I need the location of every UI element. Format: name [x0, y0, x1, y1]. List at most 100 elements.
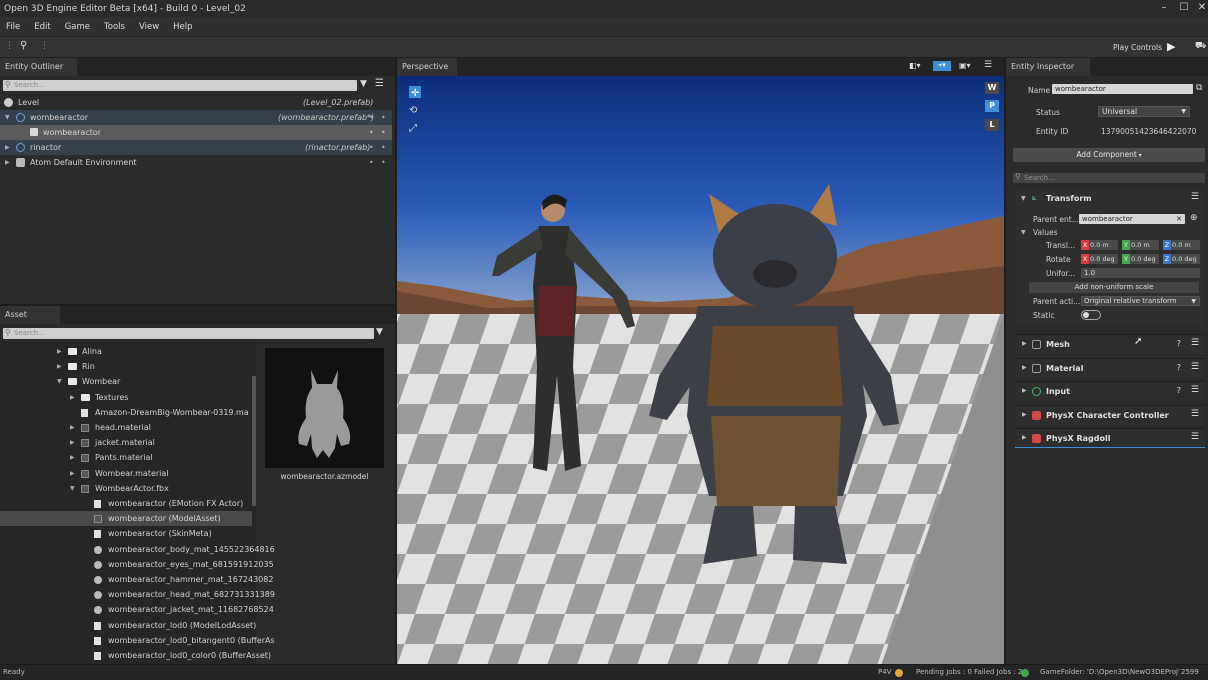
visibility-icon[interactable]: • [369, 140, 374, 155]
cart-icon[interactable]: ⛟ [1195, 41, 1206, 52]
rotate-z-input[interactable]: Z 0.0 deg [1163, 254, 1200, 264]
component-menu-icon[interactable]: ☰ [1191, 338, 1199, 348]
collapse-icon[interactable]: ▼ [1021, 195, 1026, 202]
expand-icon[interactable]: ▶ [1022, 434, 1027, 441]
search-icon[interactable]: ⚲ [20, 40, 27, 51]
asset-item[interactable]: wombearactor_hammer_mat_167243082 [0, 572, 273, 587]
collapse-icon[interactable]: ▼ [70, 481, 75, 496]
status-dropdown[interactable]: Universal ▼ [1098, 106, 1190, 117]
outliner-row-atom-environment[interactable]: ▶ Atom Default Environment • • [0, 155, 392, 170]
expand-icon[interactable]: ▶ [5, 155, 10, 170]
expand-icon[interactable]: ▶ [1022, 387, 1027, 394]
menu-edit[interactable]: Edit [34, 22, 50, 32]
menu-file[interactable]: File [6, 22, 20, 32]
asset-item[interactable]: wombearactor_lod0_bitangent0 (BufferAs [0, 633, 275, 648]
rotate-x-input[interactable]: X 0.0 deg [1081, 254, 1118, 264]
lock-icon[interactable]: • [381, 110, 386, 125]
snap-icon[interactable]: ⌖▾ [933, 61, 951, 71]
expand-icon[interactable]: ▶ [1022, 340, 1027, 347]
component-menu-icon[interactable]: ☰ [1191, 432, 1199, 442]
collapse-icon[interactable]: ▼ [1021, 229, 1026, 236]
outliner-row-rinactor[interactable]: ▶ rinactor (rinactor.prefab) • • [0, 140, 392, 155]
copy-icon[interactable]: ⧉ [1196, 83, 1202, 93]
asset-item[interactable]: wombearactor_head_mat_682731331389 [0, 587, 275, 602]
lock-icon[interactable]: • [381, 140, 386, 155]
parent-entity-input[interactable]: wombearactor ✕ [1079, 214, 1185, 224]
asset-item[interactable]: wombearactor (EMotion FX Actor) [0, 496, 252, 511]
expand-icon[interactable]: ▶ [70, 390, 75, 405]
scene-render[interactable]: ✛ ⟲ ⤢ [397, 76, 1004, 664]
visibility-icon[interactable]: • [369, 110, 374, 125]
component-menu-icon[interactable]: ☰ [1191, 385, 1199, 395]
asset-item[interactable]: wombearactor_eyes_mat_681591912035 [0, 557, 274, 572]
physx-character-controller-section[interactable]: ▶ PhysX Character Controller ☰ [1015, 405, 1205, 425]
target-icon[interactable]: ⊕ [1190, 213, 1198, 223]
expand-icon[interactable]: ▶ [57, 344, 62, 359]
expand-icon[interactable]: ▶ [5, 140, 10, 155]
uniform-scale-input[interactable]: 1.0 [1081, 268, 1200, 278]
menu-icon[interactable]: ☰ [375, 78, 384, 89]
asset-item[interactable]: ▶ Textures [0, 390, 252, 405]
tab-asset-browser[interactable]: Asset Browser [0, 306, 60, 337]
drag-handle-icon[interactable]: ⋮ [5, 41, 14, 51]
expand-icon[interactable]: ▶ [1022, 411, 1027, 418]
expand-icon[interactable]: ▶ [70, 420, 75, 435]
minimize-icon[interactable]: – [1154, 0, 1174, 17]
add-component-button[interactable]: Add Component ▾ [1013, 148, 1205, 162]
component-menu-icon[interactable]: ☰ [1191, 192, 1199, 202]
component-menu-icon[interactable]: ☰ [1191, 409, 1199, 419]
asset-item[interactable]: ▶ Pants.material [0, 450, 252, 465]
entity-name-input[interactable]: wombearactor [1052, 84, 1193, 94]
expand-icon[interactable]: ▶ [70, 466, 75, 481]
world-space-button[interactable]: W [985, 82, 999, 94]
rotate-tool-icon[interactable]: ⟲ [409, 105, 418, 116]
component-search-input[interactable]: ⚲ Search... [1013, 172, 1205, 183]
help-icon[interactable]: ? [1177, 386, 1181, 395]
camera-icon[interactable]: ◧▾ [909, 61, 921, 70]
filter-icon[interactable]: ▼ [360, 79, 367, 89]
collapse-icon[interactable]: ▼ [57, 374, 62, 389]
input-section[interactable]: ▶ Input ? ☰ [1015, 381, 1205, 401]
help-icon[interactable]: ? [1177, 339, 1181, 348]
maximize-icon[interactable]: ☐ [1174, 0, 1194, 17]
layout-icon[interactable]: ▣▾ [959, 61, 971, 70]
material-section[interactable]: ▶ Material ? ☰ [1015, 358, 1205, 378]
asset-item[interactable]: wombearactor (SkinMeta) [0, 526, 252, 541]
asset-item[interactable]: ▶ jacket.material [0, 435, 252, 450]
tab-entity-inspector[interactable]: Entity Inspector [1006, 58, 1090, 76]
visibility-icon[interactable]: • [369, 155, 374, 170]
asset-item[interactable]: wombearactor (ModelAsset) [0, 511, 252, 527]
asset-item[interactable]: wombearactor_lod0 (ModelLodAsset) [0, 618, 256, 633]
play-icon[interactable]: ▶ [1167, 40, 1175, 53]
asset-item[interactable]: wombearactor_jacket_mat_11682768524 [0, 602, 274, 617]
viewport-menu-icon[interactable]: ☰ [984, 60, 992, 70]
scale-tool-icon[interactable]: ⤢ [409, 123, 417, 134]
asset-item[interactable]: ▶ head.material [0, 420, 252, 435]
component-menu-icon[interactable]: ☰ [1191, 362, 1199, 372]
asset-item[interactable]: wombearactor_body_mat_145522364816 [0, 542, 275, 557]
visibility-icon[interactable]: • [369, 125, 374, 140]
menu-game[interactable]: Game [65, 22, 90, 32]
expand-icon[interactable]: ▶ [57, 359, 62, 374]
translate-z-input[interactable]: Z 0.0 m [1163, 240, 1200, 250]
parent-space-button[interactable]: P [985, 100, 999, 112]
translate-y-input[interactable]: Y 0.0 m [1122, 240, 1159, 250]
lock-icon[interactable]: • [381, 125, 386, 140]
menu-view[interactable]: View [139, 22, 159, 32]
mesh-section[interactable]: ▶ Mesh ? ☰ [1015, 334, 1205, 354]
scrollbar[interactable] [252, 376, 256, 506]
asset-item[interactable]: ▶ Rin [0, 359, 252, 374]
close-icon[interactable]: ✕ [1192, 0, 1208, 17]
expand-icon[interactable]: ▼ [5, 110, 10, 125]
add-non-uniform-scale-button[interactable]: Add non-uniform scale [1029, 282, 1199, 293]
tab-perspective[interactable]: Perspective [397, 58, 457, 76]
translate-x-input[interactable]: X 0.0 m [1081, 240, 1118, 250]
expand-icon[interactable]: ▶ [70, 450, 75, 465]
expand-icon[interactable]: ▶ [70, 435, 75, 450]
local-space-button[interactable]: L [985, 119, 999, 131]
rotate-y-input[interactable]: Y 0.0 deg [1122, 254, 1159, 264]
asset-item[interactable]: ▼ Wombear [0, 374, 252, 389]
tab-entity-outliner[interactable]: Entity Outliner [0, 58, 77, 76]
outliner-row-wombearactor-child[interactable]: wombearactor • • [0, 125, 392, 140]
outliner-row-wombearactor[interactable]: ▼ wombearactor (wombearactor.prefab*) • … [0, 110, 392, 125]
